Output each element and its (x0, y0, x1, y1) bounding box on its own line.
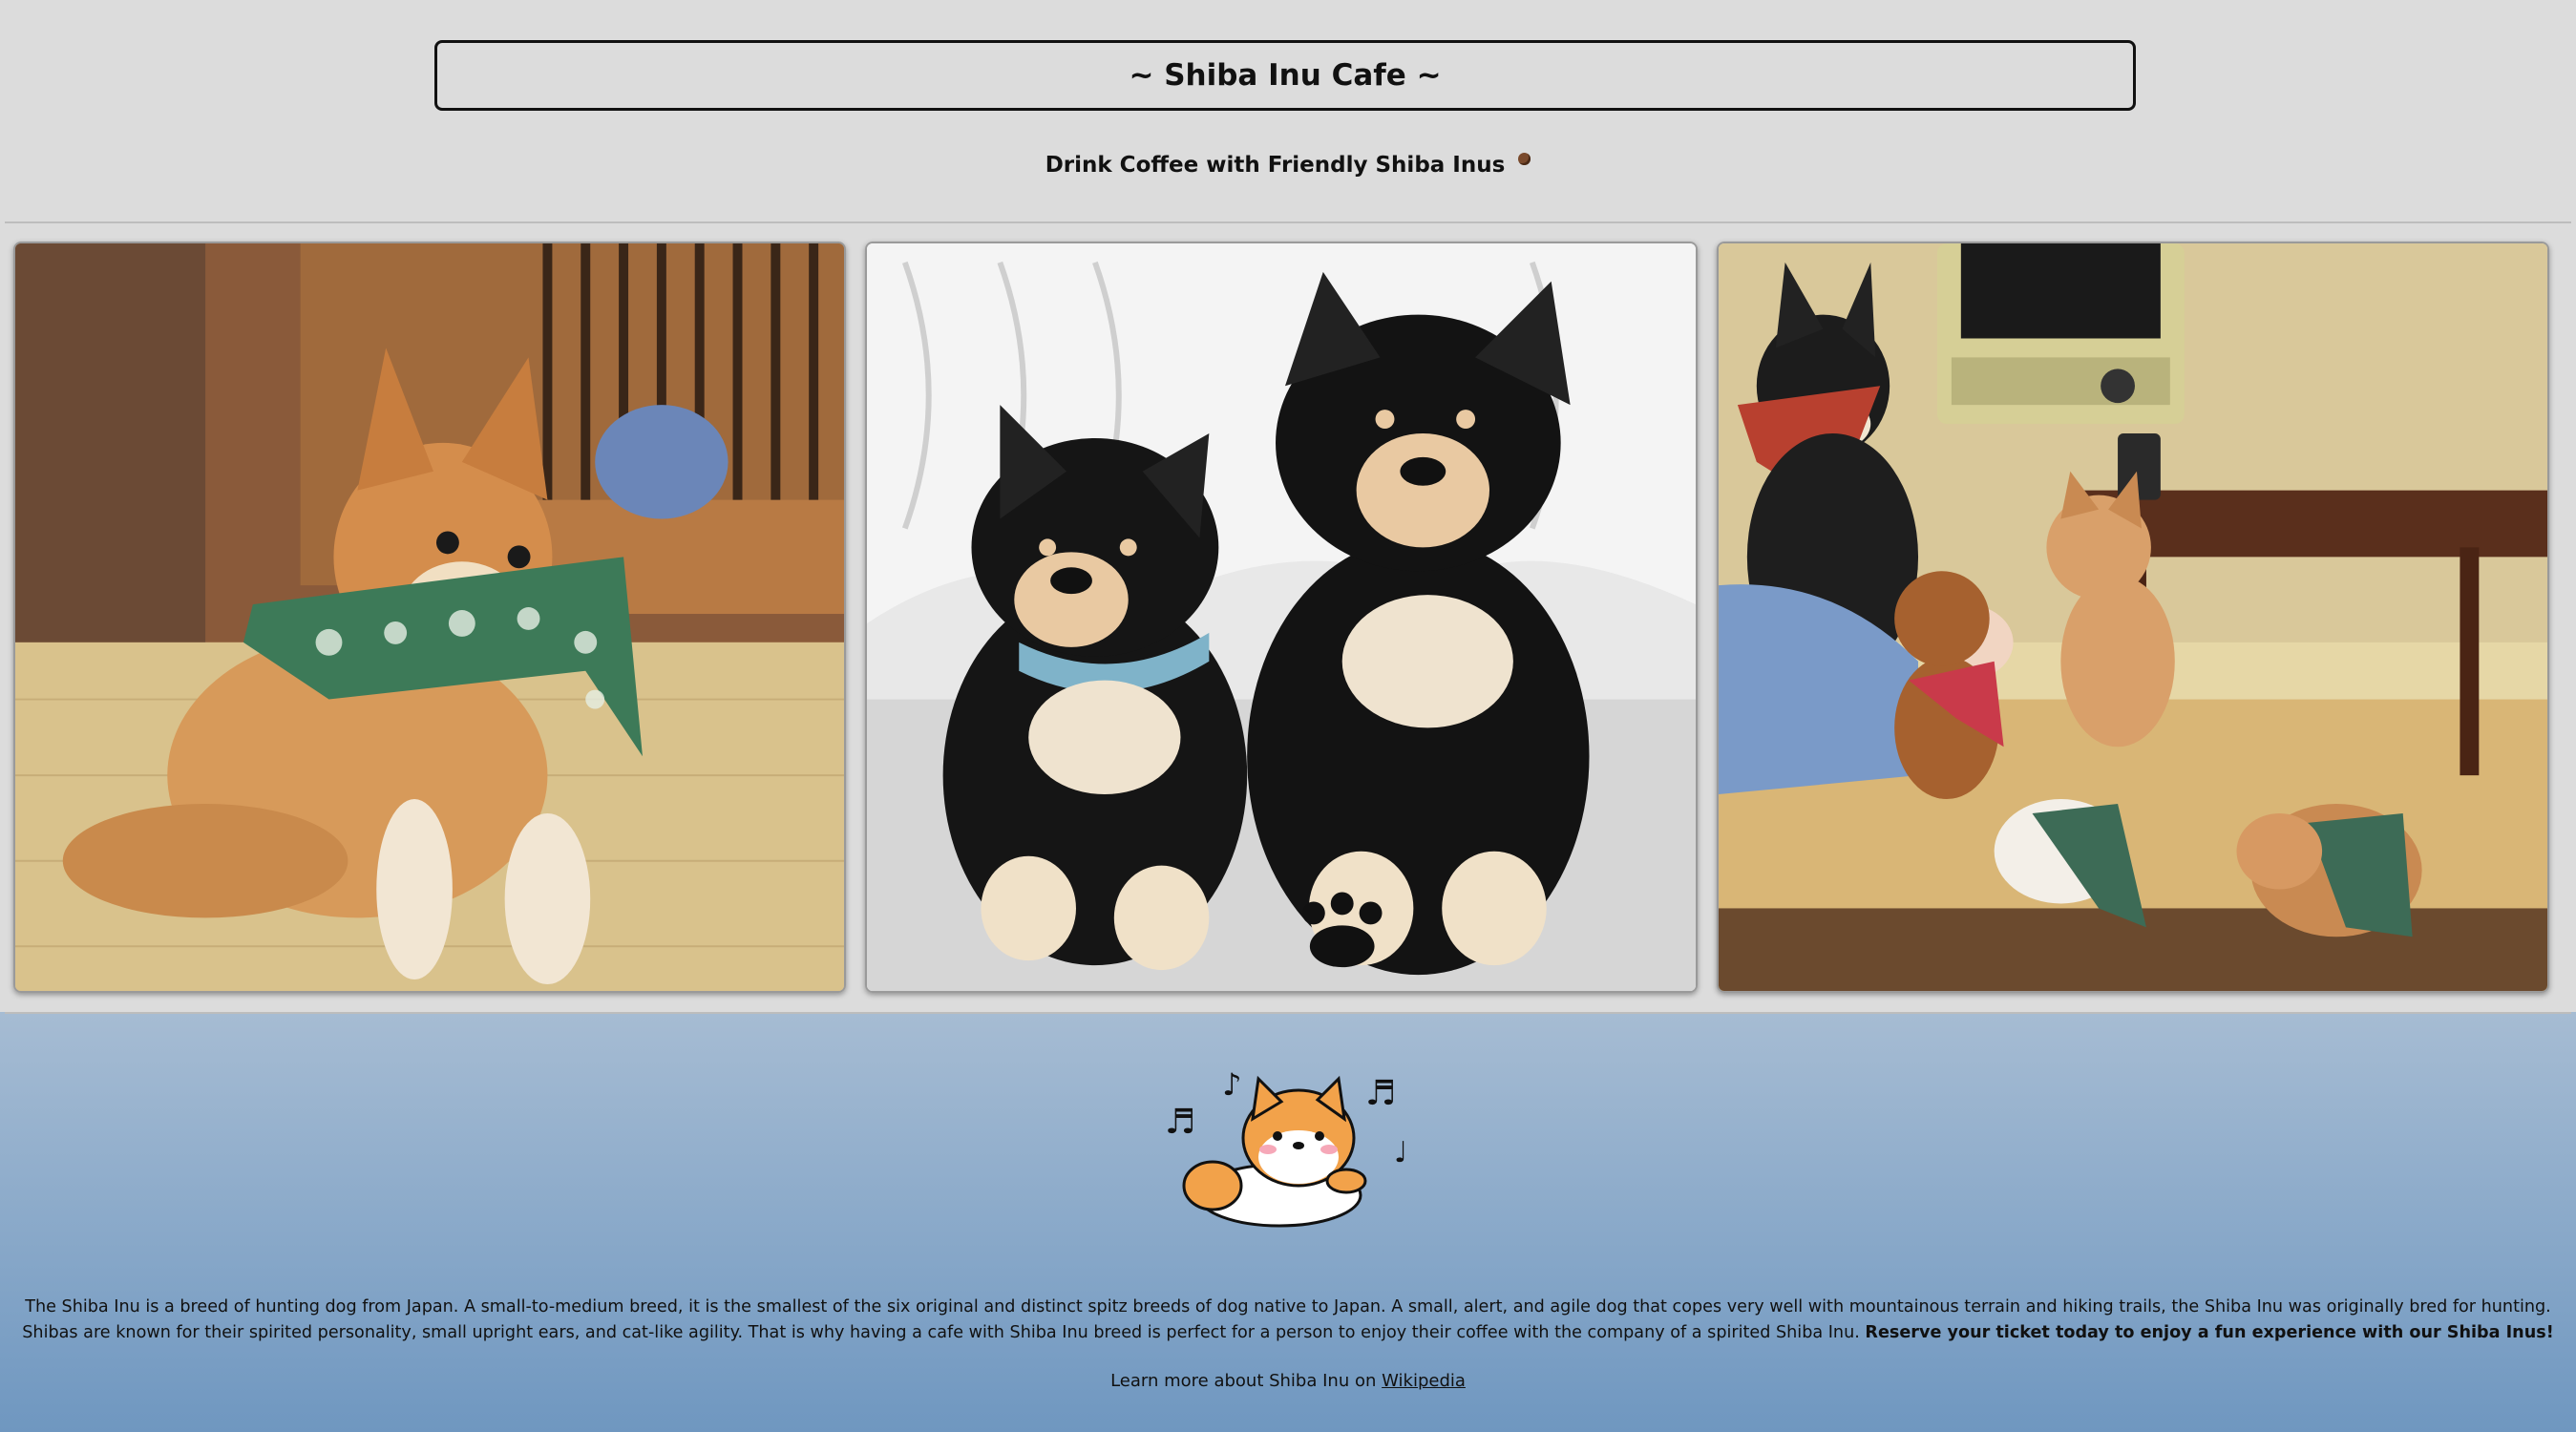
coffee-bean-icon (1518, 153, 1531, 165)
subtitle-text: Drink Coffee with Friendly Shiba Inus (1045, 153, 1506, 178)
shiba-cafe-group-photo (1717, 242, 2549, 993)
divider-bottom (5, 1012, 2571, 1014)
page-subtitle: Drink Coffee with Friendly Shiba Inus (0, 153, 2576, 178)
page-title: ~ Shiba Inu Cafe ~ (434, 40, 2136, 111)
learn-more-line: Learn more about Shiba Inu on Wikipedia (0, 1371, 2576, 1391)
divider-top (5, 221, 2571, 223)
wikipedia-link[interactable]: Wikipedia (1382, 1371, 1466, 1391)
svg-text:♩: ♩ (1394, 1136, 1407, 1169)
svg-text:♬: ♬ (1165, 1103, 1195, 1142)
svg-text:♪: ♪ (1222, 1066, 1241, 1103)
two-black-tan-shiba-puppies-photo (865, 242, 1698, 993)
singing-shiba-mascot-icon: ♬ ♪ ♬ ♩ (1165, 1062, 1423, 1233)
learn-more-text: Learn more about Shiba Inu on (1110, 1371, 1377, 1391)
breed-description: The Shiba Inu is a breed of hunting dog … (15, 1295, 2561, 1346)
reserve-cta-text: Reserve your ticket today to enjoy a fun… (1865, 1323, 2554, 1342)
shiba-puppy-green-bandana-photo (13, 242, 846, 993)
svg-text:♬: ♬ (1365, 1074, 1396, 1113)
